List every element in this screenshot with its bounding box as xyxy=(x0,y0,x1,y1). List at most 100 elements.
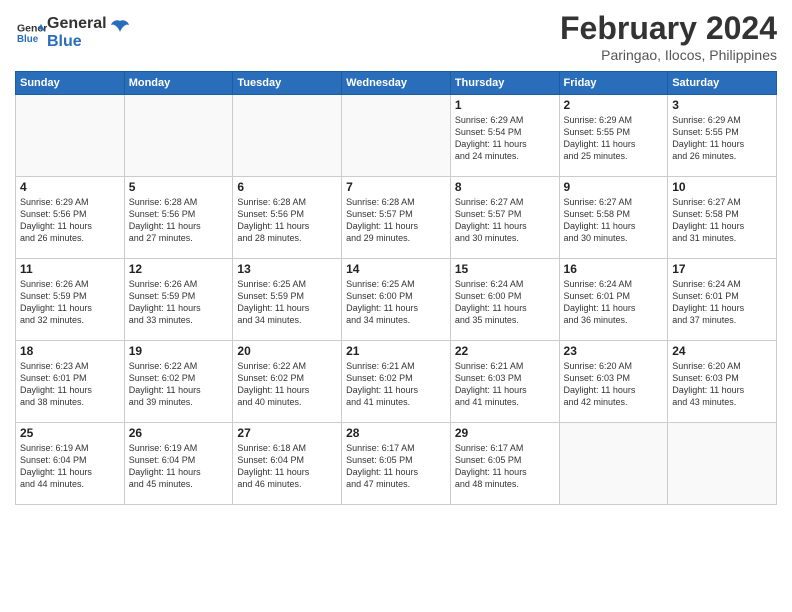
header: General Blue General Blue February 2024 … xyxy=(15,10,777,63)
logo-icon: General Blue xyxy=(17,18,47,48)
day-info: Sunrise: 6:23 AM Sunset: 6:01 PM Dayligh… xyxy=(20,360,120,409)
month-year-title: February 2024 xyxy=(560,10,777,47)
day-number: 10 xyxy=(672,180,772,194)
calendar-cell: 20Sunrise: 6:22 AM Sunset: 6:02 PM Dayli… xyxy=(233,341,342,423)
day-info: Sunrise: 6:25 AM Sunset: 6:00 PM Dayligh… xyxy=(346,278,446,327)
calendar-cell: 14 Sunrise: 6:25 AM Sunset: 6:00 PM Dayli… xyxy=(342,259,451,341)
calendar-week-row: 11 Sunrise: 6:26 AM Sunset: 5:59 PM Dayli… xyxy=(16,259,777,341)
calendar-cell xyxy=(342,95,451,177)
day-info: Sunrise: 6:27 AM Sunset: 5:58 PM Dayligh… xyxy=(564,196,664,245)
page-container: General Blue General Blue February 2024 … xyxy=(0,0,792,515)
day-info: Sunrise: 6:24 AM Sunset: 6:00 PM Dayligh… xyxy=(455,278,555,327)
day-info: Sunrise: 6:27 AM Sunset: 5:58 PM Dayligh… xyxy=(672,196,772,245)
col-header-wednesday: Wednesday xyxy=(342,72,451,95)
day-number: 13 xyxy=(237,262,337,276)
day-number: 17 xyxy=(672,262,772,276)
day-info: Sunrise: 6:21 AM Sunset: 6:02 PM Dayligh… xyxy=(346,360,446,409)
day-info: Sunrise: 6:17 AM Sunset: 6:05 PM Dayligh… xyxy=(455,442,555,491)
calendar-cell: 12Sunrise: 6:26 AM Sunset: 5:59 PM Dayli… xyxy=(124,259,233,341)
calendar-week-row: 25 Sunrise: 6:19 AM Sunset: 6:04 PM Dayli… xyxy=(16,423,777,505)
day-info: Sunrise: 6:29 AM Sunset: 5:55 PM Dayligh… xyxy=(672,114,772,163)
day-number: 18 xyxy=(20,344,120,358)
title-area: February 2024 Paringao, Ilocos, Philippi… xyxy=(560,10,777,63)
calendar-cell: 17 Sunrise: 6:24 AM Sunset: 6:01 PM Dayli… xyxy=(668,259,777,341)
day-number: 7 xyxy=(346,180,446,194)
calendar-cell: 10 Sunrise: 6:27 AM Sunset: 5:58 PM Dayli… xyxy=(668,177,777,259)
day-number: 23 xyxy=(564,344,664,358)
day-info: Sunrise: 6:28 AM Sunset: 5:56 PM Dayligh… xyxy=(129,196,229,245)
col-header-tuesday: Tuesday xyxy=(233,72,342,95)
day-number: 2 xyxy=(564,98,664,112)
col-header-monday: Monday xyxy=(124,72,233,95)
calendar-cell: 1 Sunrise: 6:29 AM Sunset: 5:54 PM Daylig… xyxy=(450,95,559,177)
day-info: Sunrise: 6:17 AM Sunset: 6:05 PM Dayligh… xyxy=(346,442,446,491)
day-info: Sunrise: 6:19 AM Sunset: 6:04 PM Dayligh… xyxy=(20,442,120,491)
calendar-cell: 13 Sunrise: 6:25 AM Sunset: 5:59 PM Dayli… xyxy=(233,259,342,341)
day-number: 25 xyxy=(20,426,120,440)
day-info: Sunrise: 6:24 AM Sunset: 6:01 PM Dayligh… xyxy=(672,278,772,327)
calendar-cell xyxy=(559,423,668,505)
calendar-week-row: 4 Sunrise: 6:29 AM Sunset: 5:56 PM Daylig… xyxy=(16,177,777,259)
day-number: 28 xyxy=(346,426,446,440)
day-info: Sunrise: 6:24 AM Sunset: 6:01 PM Dayligh… xyxy=(564,278,664,327)
calendar-week-row: 18 Sunrise: 6:23 AM Sunset: 6:01 PM Dayli… xyxy=(16,341,777,423)
day-number: 8 xyxy=(455,180,555,194)
calendar-cell: 21 Sunrise: 6:21 AM Sunset: 6:02 PM Dayli… xyxy=(342,341,451,423)
day-info: Sunrise: 6:21 AM Sunset: 6:03 PM Dayligh… xyxy=(455,360,555,409)
col-header-saturday: Saturday xyxy=(668,72,777,95)
calendar-cell: 6 Sunrise: 6:28 AM Sunset: 5:56 PM Daylig… xyxy=(233,177,342,259)
calendar-cell: 24 Sunrise: 6:20 AM Sunset: 6:03 PM Dayli… xyxy=(668,341,777,423)
day-info: Sunrise: 6:28 AM Sunset: 5:56 PM Dayligh… xyxy=(237,196,337,245)
day-number: 15 xyxy=(455,262,555,276)
day-info: Sunrise: 6:29 AM Sunset: 5:55 PM Dayligh… xyxy=(564,114,664,163)
calendar-cell: 7 Sunrise: 6:28 AM Sunset: 5:57 PM Daylig… xyxy=(342,177,451,259)
day-number: 20 xyxy=(237,344,337,358)
day-number: 27 xyxy=(237,426,337,440)
day-number: 4 xyxy=(20,180,120,194)
calendar-cell: 26Sunrise: 6:19 AM Sunset: 6:04 PM Dayli… xyxy=(124,423,233,505)
day-number: 11 xyxy=(20,262,120,276)
calendar-cell: 23 Sunrise: 6:20 AM Sunset: 6:03 PM Dayli… xyxy=(559,341,668,423)
calendar-cell: 2 Sunrise: 6:29 AM Sunset: 5:55 PM Daylig… xyxy=(559,95,668,177)
day-number: 29 xyxy=(455,426,555,440)
day-number: 12 xyxy=(129,262,229,276)
day-info: Sunrise: 6:19 AM Sunset: 6:04 PM Dayligh… xyxy=(129,442,229,491)
logo-line1: General xyxy=(47,15,107,33)
day-info: Sunrise: 6:29 AM Sunset: 5:54 PM Dayligh… xyxy=(455,114,555,163)
day-number: 5 xyxy=(129,180,229,194)
day-info: Sunrise: 6:25 AM Sunset: 5:59 PM Dayligh… xyxy=(237,278,337,327)
day-info: Sunrise: 6:26 AM Sunset: 5:59 PM Dayligh… xyxy=(20,278,120,327)
day-number: 3 xyxy=(672,98,772,112)
day-info: Sunrise: 6:22 AM Sunset: 6:02 PM Dayligh… xyxy=(129,360,229,409)
day-number: 9 xyxy=(564,180,664,194)
calendar-cell: 18 Sunrise: 6:23 AM Sunset: 6:01 PM Dayli… xyxy=(16,341,125,423)
day-info: Sunrise: 6:20 AM Sunset: 6:03 PM Dayligh… xyxy=(564,360,664,409)
svg-text:Blue: Blue xyxy=(17,34,39,45)
calendar-cell: 29 Sunrise: 6:17 AM Sunset: 6:05 PM Dayli… xyxy=(450,423,559,505)
day-number: 24 xyxy=(672,344,772,358)
calendar-cell xyxy=(668,423,777,505)
day-number: 6 xyxy=(237,180,337,194)
calendar-cell: 5 Sunrise: 6:28 AM Sunset: 5:56 PM Daylig… xyxy=(124,177,233,259)
day-info: Sunrise: 6:28 AM Sunset: 5:57 PM Dayligh… xyxy=(346,196,446,245)
day-info: Sunrise: 6:27 AM Sunset: 5:57 PM Dayligh… xyxy=(455,196,555,245)
calendar-cell xyxy=(233,95,342,177)
calendar-header-row: SundayMondayTuesdayWednesdayThursdayFrid… xyxy=(16,72,777,95)
logo-bird-icon xyxy=(109,18,131,40)
logo-line2: Blue xyxy=(47,33,107,51)
calendar-cell: 27 Sunrise: 6:18 AM Sunset: 6:04 PM Dayli… xyxy=(233,423,342,505)
day-info: Sunrise: 6:18 AM Sunset: 6:04 PM Dayligh… xyxy=(237,442,337,491)
day-info: Sunrise: 6:29 AM Sunset: 5:56 PM Dayligh… xyxy=(20,196,120,245)
day-info: Sunrise: 6:20 AM Sunset: 6:03 PM Dayligh… xyxy=(672,360,772,409)
col-header-sunday: Sunday xyxy=(16,72,125,95)
day-number: 16 xyxy=(564,262,664,276)
day-number: 1 xyxy=(455,98,555,112)
calendar-cell: 3 Sunrise: 6:29 AM Sunset: 5:55 PM Daylig… xyxy=(668,95,777,177)
day-number: 21 xyxy=(346,344,446,358)
calendar-cell: 15 Sunrise: 6:24 AM Sunset: 6:00 PM Dayli… xyxy=(450,259,559,341)
col-header-friday: Friday xyxy=(559,72,668,95)
calendar-cell: 22Sunrise: 6:21 AM Sunset: 6:03 PM Dayli… xyxy=(450,341,559,423)
calendar-cell: 11 Sunrise: 6:26 AM Sunset: 5:59 PM Dayli… xyxy=(16,259,125,341)
calendar-week-row: 1 Sunrise: 6:29 AM Sunset: 5:54 PM Daylig… xyxy=(16,95,777,177)
day-number: 14 xyxy=(346,262,446,276)
